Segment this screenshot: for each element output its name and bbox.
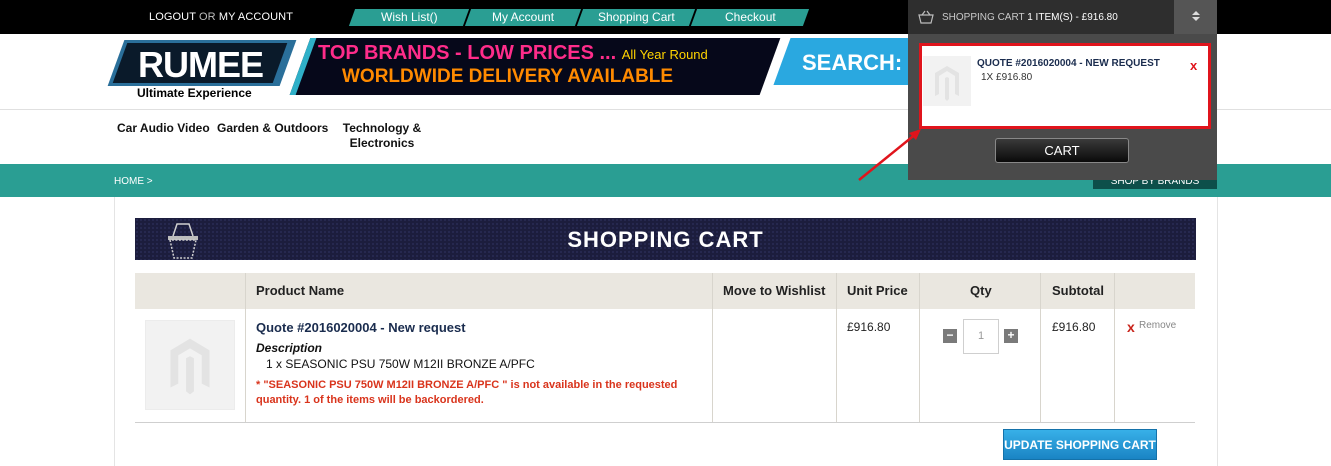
- placeholder-logo-icon: [170, 338, 210, 395]
- breadcrumb[interactable]: HOME >: [114, 176, 153, 187]
- column-divider: [1040, 273, 1041, 422]
- banner-headline: TOP BRANDS - LOW PRICES ...: [318, 42, 617, 64]
- nav-garden-outdoors[interactable]: Garden & Outdoors: [217, 121, 328, 136]
- qty-input[interactable]: 1: [963, 319, 999, 354]
- col-qty: Qty: [970, 283, 992, 298]
- product-thumbnail[interactable]: [145, 320, 235, 410]
- remove-link[interactable]: Remove: [1139, 320, 1176, 331]
- tab-shopping-cart[interactable]: Shopping Cart: [576, 9, 696, 26]
- logo-tagline: Ultimate Experience: [137, 86, 252, 100]
- column-divider: [836, 273, 837, 422]
- column-divider: [245, 273, 246, 422]
- column-divider: [1114, 273, 1115, 422]
- tab-wish-list[interactable]: Wish List(): [348, 9, 470, 26]
- col-move-to-wishlist: Move to Wishlist: [723, 283, 826, 298]
- banner-subtext: All Year Round: [621, 47, 708, 62]
- minicart-remove-icon[interactable]: x: [1190, 58, 1197, 73]
- minicart-summary: SHOPPING CART 1 ITEM(S) - £916.80: [942, 12, 1118, 23]
- logout-link[interactable]: LOGOUT: [149, 11, 196, 23]
- unit-price: £916.80: [847, 320, 891, 334]
- cart-table-header: Product Name Move to Wishlist Unit Price…: [135, 273, 1195, 309]
- nav-car-audio-video[interactable]: Car Audio Video: [117, 121, 210, 136]
- column-divider: [919, 273, 920, 422]
- qty-increase-button[interactable]: +: [1004, 329, 1018, 343]
- page-title: SHOPPING CART: [567, 227, 764, 252]
- promo-banner: TOP BRANDS - LOW PRICES ... All Year Rou…: [289, 38, 781, 95]
- description-label: Description: [256, 341, 323, 355]
- minicart-cart-button[interactable]: CART: [995, 138, 1129, 163]
- shopping-cart-banner: SHOPPING CART: [135, 218, 1196, 260]
- description-value: 1 x SEASONIC PSU 750W M12II BRONZE A/PFC: [266, 357, 535, 371]
- or-text: OR: [199, 11, 216, 23]
- nav-technology-electronics[interactable]: Technology & Electronics: [337, 121, 427, 151]
- search-label: SEARCH:: [802, 50, 903, 75]
- product-name-link[interactable]: Quote #2016020004 - New request: [256, 320, 466, 335]
- update-cart-button[interactable]: UPDATE SHOPPING CART: [1003, 429, 1157, 460]
- minicart-toggle[interactable]: [1174, 0, 1217, 34]
- banner-delivery: WORLDWIDE DELIVERY AVAILABLE: [342, 66, 674, 87]
- minicart-item-qty: 1X £916.80: [981, 72, 1033, 83]
- tab-my-account[interactable]: My Account: [464, 9, 582, 26]
- backorder-warning: * "SEASONIC PSU 750W M12II BRONZE A/PFC …: [256, 379, 678, 406]
- minicart-item-thumbnail[interactable]: [923, 56, 971, 106]
- remove-x-icon[interactable]: x: [1127, 319, 1135, 335]
- minicart-label: SHOPPING CART: [942, 12, 1025, 23]
- site-logo[interactable]: RUMEE Ultimate Experience: [107, 40, 297, 102]
- annotation-arrow: [858, 129, 921, 181]
- col-unit-price: Unit Price: [847, 283, 908, 298]
- account-links: LOGOUT OR MY ACCOUNT: [149, 11, 293, 23]
- column-divider: [712, 273, 713, 422]
- minicart-item-name[interactable]: QUOTE #2016020004 - NEW REQUEST: [977, 58, 1160, 69]
- sort-arrows-icon: [1191, 11, 1200, 22]
- col-subtotal: Subtotal: [1052, 283, 1104, 298]
- tab-checkout[interactable]: Checkout: [690, 9, 810, 26]
- placeholder-logo-icon: [935, 66, 959, 101]
- minicart-count-total: 1 ITEM(S) - £916.80: [1027, 12, 1118, 23]
- basket-icon: [918, 10, 934, 24]
- row-subtotal: £916.80: [1052, 320, 1096, 334]
- row-divider: [135, 422, 1195, 423]
- my-account-link[interactable]: MY ACCOUNT: [219, 11, 293, 23]
- logo-text: RUMEE: [138, 44, 264, 85]
- col-product-name: Product Name: [256, 283, 345, 298]
- qty-decrease-button[interactable]: −: [943, 329, 957, 343]
